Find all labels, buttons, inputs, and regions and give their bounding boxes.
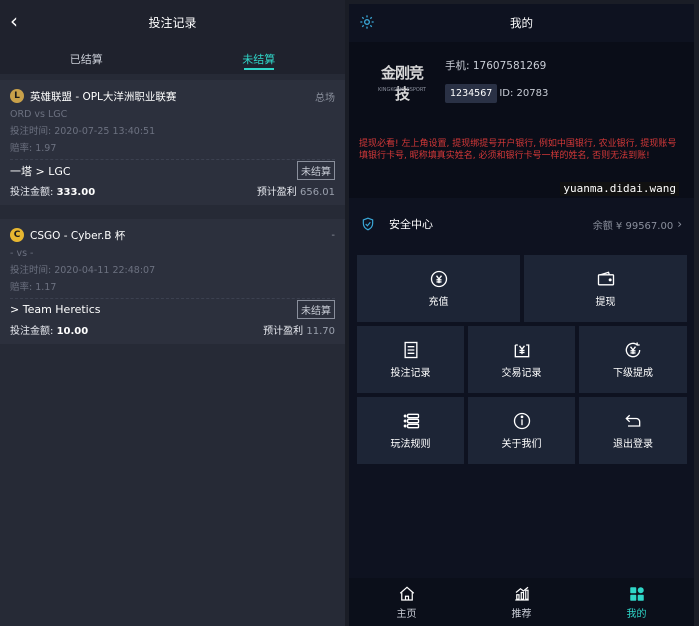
chevron-right-icon: ›: [677, 217, 682, 231]
info-icon: [513, 412, 530, 430]
profit-label: 预计盈利: [256, 186, 297, 198]
bet-type: 总场: [315, 92, 335, 104]
status-badge: 未结算: [297, 161, 335, 180]
bet-odds: 赔率: 1.97: [10, 143, 57, 154]
stake-label: 投注金额:: [10, 186, 54, 198]
stake-value: 333.00: [56, 186, 96, 198]
id-badge: 1234567: [445, 84, 498, 103]
transaction-icon: [514, 344, 529, 358]
phone-number: 手机: 17607581269: [445, 60, 547, 72]
my-account-screen: 我的 金刚竞技 KINGKONG ESPORT 手机: 17607581269 …: [349, 4, 694, 626]
account-header: 我的: [349, 4, 694, 42]
commission-button[interactable]: 下级提成: [579, 326, 687, 393]
bet-pick: 一塔 > LGC: [10, 164, 71, 178]
rules-label: 玩法规则: [390, 439, 431, 450]
status-tabs: 已结算 未结算: [0, 44, 345, 74]
page-title: 投注记录: [148, 15, 197, 30]
shield-icon: [362, 217, 374, 231]
transactions-label: 交易记录: [501, 368, 542, 379]
brand-logo: 金刚竞技: [380, 64, 424, 103]
watermark: yuanma.didai.wang: [560, 182, 679, 196]
commission-label: 下级提成: [613, 368, 653, 379]
bet-odds: 赔率: 1.17: [10, 282, 57, 293]
withdraw-notice: 提现必看! 左上角设置, 提现绑提号开户银行, 例如中国银行, 农业银行, 提现…: [349, 126, 694, 198]
rules-button[interactable]: 玩法规则: [357, 397, 464, 464]
tab-unsettled[interactable]: 未结算: [173, 44, 346, 74]
status-badge: 未结算: [297, 300, 335, 319]
nav-home[interactable]: 主页: [349, 578, 464, 626]
about-us-label: 关于我们: [501, 439, 542, 450]
back-arrow-icon[interactable]: ‹: [10, 11, 30, 33]
bet-teams: - vs -: [10, 248, 34, 259]
balance-value: 余额 ¥ 99567.00: [592, 220, 674, 232]
lol-icon: L: [10, 89, 24, 103]
withdraw-button[interactable]: 提现: [524, 255, 687, 322]
security-center-label: 安全中心: [389, 218, 433, 231]
bet-match-title: 英雄联盟 - OPL大洋洲职业联赛: [30, 90, 177, 103]
bottom-navigation: 主页 推荐 我的: [349, 578, 694, 626]
trend-icon: [514, 586, 529, 601]
logout-button[interactable]: 退出登录: [579, 397, 687, 464]
gear-icon[interactable]: [359, 14, 375, 30]
deposit-button[interactable]: 充值: [357, 255, 520, 322]
csgo-icon: C: [10, 228, 24, 242]
bet-type: -: [331, 229, 335, 241]
bet-match-title: CSGO - Cyber.B 杯: [30, 229, 126, 242]
profit-value: 11.70: [306, 325, 335, 337]
profit-label: 预计盈利: [263, 325, 304, 337]
bet-records-button[interactable]: 投注记录: [357, 326, 464, 393]
user-id: ID: 20783: [499, 88, 549, 99]
brand-logo-sub: KINGKONG ESPORT: [378, 87, 426, 93]
about-us-button[interactable]: 关于我们: [468, 397, 575, 464]
bet-records-label: 投注记录: [390, 368, 431, 379]
wallet-icon: [597, 271, 614, 286]
home-icon: [399, 585, 414, 601]
nav-mine-label: 我的: [626, 608, 647, 620]
deposit-label: 充值: [428, 297, 449, 308]
bet-time: 投注时间: 2020-07-25 13:40:51: [10, 126, 156, 137]
bet-records-screen: ‹ 投注记录 已结算 未结算 L 英雄联盟 - OPL大洋洲职业联赛 总场 OR…: [0, 0, 345, 626]
nav-home-label: 主页: [396, 608, 417, 620]
transactions-button[interactable]: 交易记录: [468, 326, 575, 393]
deposit-icon: [430, 270, 447, 288]
notice-text: 提现必看! 左上角设置, 提现绑提号开户银行, 例如中国银行, 农业银行, 提现…: [359, 139, 677, 161]
security-center-row[interactable]: 安全中心 余额 ¥ 99567.00 ›: [349, 204, 694, 244]
bet-pick: > Team Heretics: [10, 303, 101, 316]
bet-card[interactable]: L 英雄联盟 - OPL大洋洲职业联赛 总场 ORD vs LGC 投注时间: …: [0, 80, 345, 205]
tab-settled[interactable]: 已结算: [0, 44, 173, 74]
bet-time: 投注时间: 2020-04-11 22:48:07: [10, 265, 156, 276]
stake-label: 投注金额:: [10, 325, 54, 337]
logout-icon: [625, 414, 641, 427]
bet-records-header: ‹ 投注记录: [0, 0, 345, 44]
bet-card[interactable]: C CSGO - Cyber.B 杯 - - vs - 投注时间: 2020-0…: [0, 219, 345, 344]
nav-recommend-label: 推荐: [511, 608, 532, 620]
rules-icon: [403, 413, 419, 429]
profit-value: 656.01: [300, 186, 335, 198]
profile-section: 金刚竞技 KINGKONG ESPORT 手机: 17607581269 123…: [349, 42, 694, 126]
page-title: 我的: [510, 16, 533, 30]
nav-mine[interactable]: 我的: [579, 578, 694, 626]
bet-record-icon: [404, 341, 417, 359]
logout-label: 退出登录: [613, 439, 653, 450]
commission-icon: [625, 342, 641, 358]
profile-grid-icon: [629, 586, 644, 601]
bet-teams: ORD vs LGC: [10, 109, 68, 120]
nav-recommend[interactable]: 推荐: [464, 578, 579, 626]
withdraw-label: 提现: [595, 297, 616, 308]
stake-value: 10.00: [56, 325, 89, 337]
